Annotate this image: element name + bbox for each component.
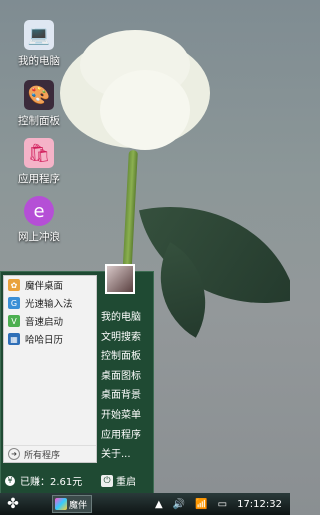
start-menu: ✿ 魔伴桌面 G 光速输入法 V 音速启动 ▦ 哈哈日历 ➜ 所有程序 我的电脑… <box>0 264 154 495</box>
taskbar-app-moban[interactable]: 魔伴 <box>52 495 92 513</box>
desktop-icon-label: 应用程序 <box>18 173 60 185</box>
start-menu-program-list: ✿ 魔伴桌面 G 光速输入法 V 音速启动 ▦ 哈哈日历 ➜ 所有程序 <box>3 275 97 463</box>
moban-desktop-icon: ✿ <box>8 279 20 291</box>
program-item[interactable]: G 光速输入法 <box>4 294 96 312</box>
menu-item-search[interactable]: 文明搜索 <box>97 328 153 348</box>
desktop-icon-label: 网上冲浪 <box>18 231 60 243</box>
menu-item-my-computer[interactable]: 我的电脑 <box>97 308 153 328</box>
program-item[interactable]: ✿ 魔伴桌面 <box>4 276 96 294</box>
all-programs-button[interactable]: ➜ 所有程序 <box>4 445 96 462</box>
shopping-bag-icon: 🛍 <box>24 138 54 168</box>
arrow-right-icon: ➜ <box>8 448 20 460</box>
start-menu-right-pane: 我的电脑 文明搜索 控制面板 桌面图标 桌面背景 开始菜单 应用程序 关于... <box>97 264 153 465</box>
program-item[interactable]: ▦ 哈哈日历 <box>4 330 96 348</box>
avatar[interactable] <box>105 264 135 294</box>
coin-icon: ¥ <box>5 475 15 486</box>
desktop-icon-label: 控制面板 <box>18 115 60 127</box>
computer-icon: 💻 <box>24 20 54 50</box>
program-item[interactable]: V 音速启动 <box>4 312 96 330</box>
start-button[interactable]: ✤ <box>0 493 26 515</box>
menu-item-about[interactable]: 关于... <box>97 445 153 465</box>
menu-item-start-menu[interactable]: 开始菜单 <box>97 406 153 426</box>
desktop-icon-control-panel[interactable]: 🎨 控制面板 <box>0 80 78 128</box>
system-tray: ▲ 🔊 📶 ▭ 17:12:32 <box>155 493 290 515</box>
calendar-icon: ▦ <box>8 333 20 345</box>
quick-launch-icon: V <box>8 315 20 327</box>
desktop-icon-label: 我的电脑 <box>18 55 60 67</box>
restart-button[interactable]: ⏻ 重启 <box>101 473 136 488</box>
wifi-icon[interactable]: 📶 <box>195 499 207 510</box>
window-icon[interactable]: ▭ <box>218 499 227 510</box>
desktop-icon-applications[interactable]: 🛍 应用程序 <box>0 138 78 186</box>
browser-icon: e <box>24 196 54 226</box>
menu-item-desktop-background[interactable]: 桌面背景 <box>97 386 153 406</box>
clover-icon: ✤ <box>7 496 19 512</box>
menu-item-desktop-icons[interactable]: 桌面图标 <box>97 367 153 387</box>
menu-item-control-panel[interactable]: 控制面板 <box>97 347 153 367</box>
menu-item-applications[interactable]: 应用程序 <box>97 426 153 446</box>
input-method-icon: G <box>8 297 20 309</box>
volume-icon[interactable]: 🔊 <box>173 499 185 510</box>
taskbar: ✤ 魔伴 ▲ 🔊 📶 ▭ 17:12:32 <box>0 493 290 515</box>
moban-app-icon <box>55 498 67 510</box>
earnings-label: ¥ 已赚：2.61元 <box>5 473 82 488</box>
power-icon: ⏻ <box>101 474 113 487</box>
clock[interactable]: 17:12:32 <box>237 499 282 510</box>
desktop-icon-browser[interactable]: e 网上冲浪 <box>0 196 78 244</box>
chevron-up-icon[interactable]: ▲ <box>155 499 163 510</box>
desktop-icon-my-computer[interactable]: 💻 我的电脑 <box>0 20 78 68</box>
control-panel-icon: 🎨 <box>24 80 54 110</box>
